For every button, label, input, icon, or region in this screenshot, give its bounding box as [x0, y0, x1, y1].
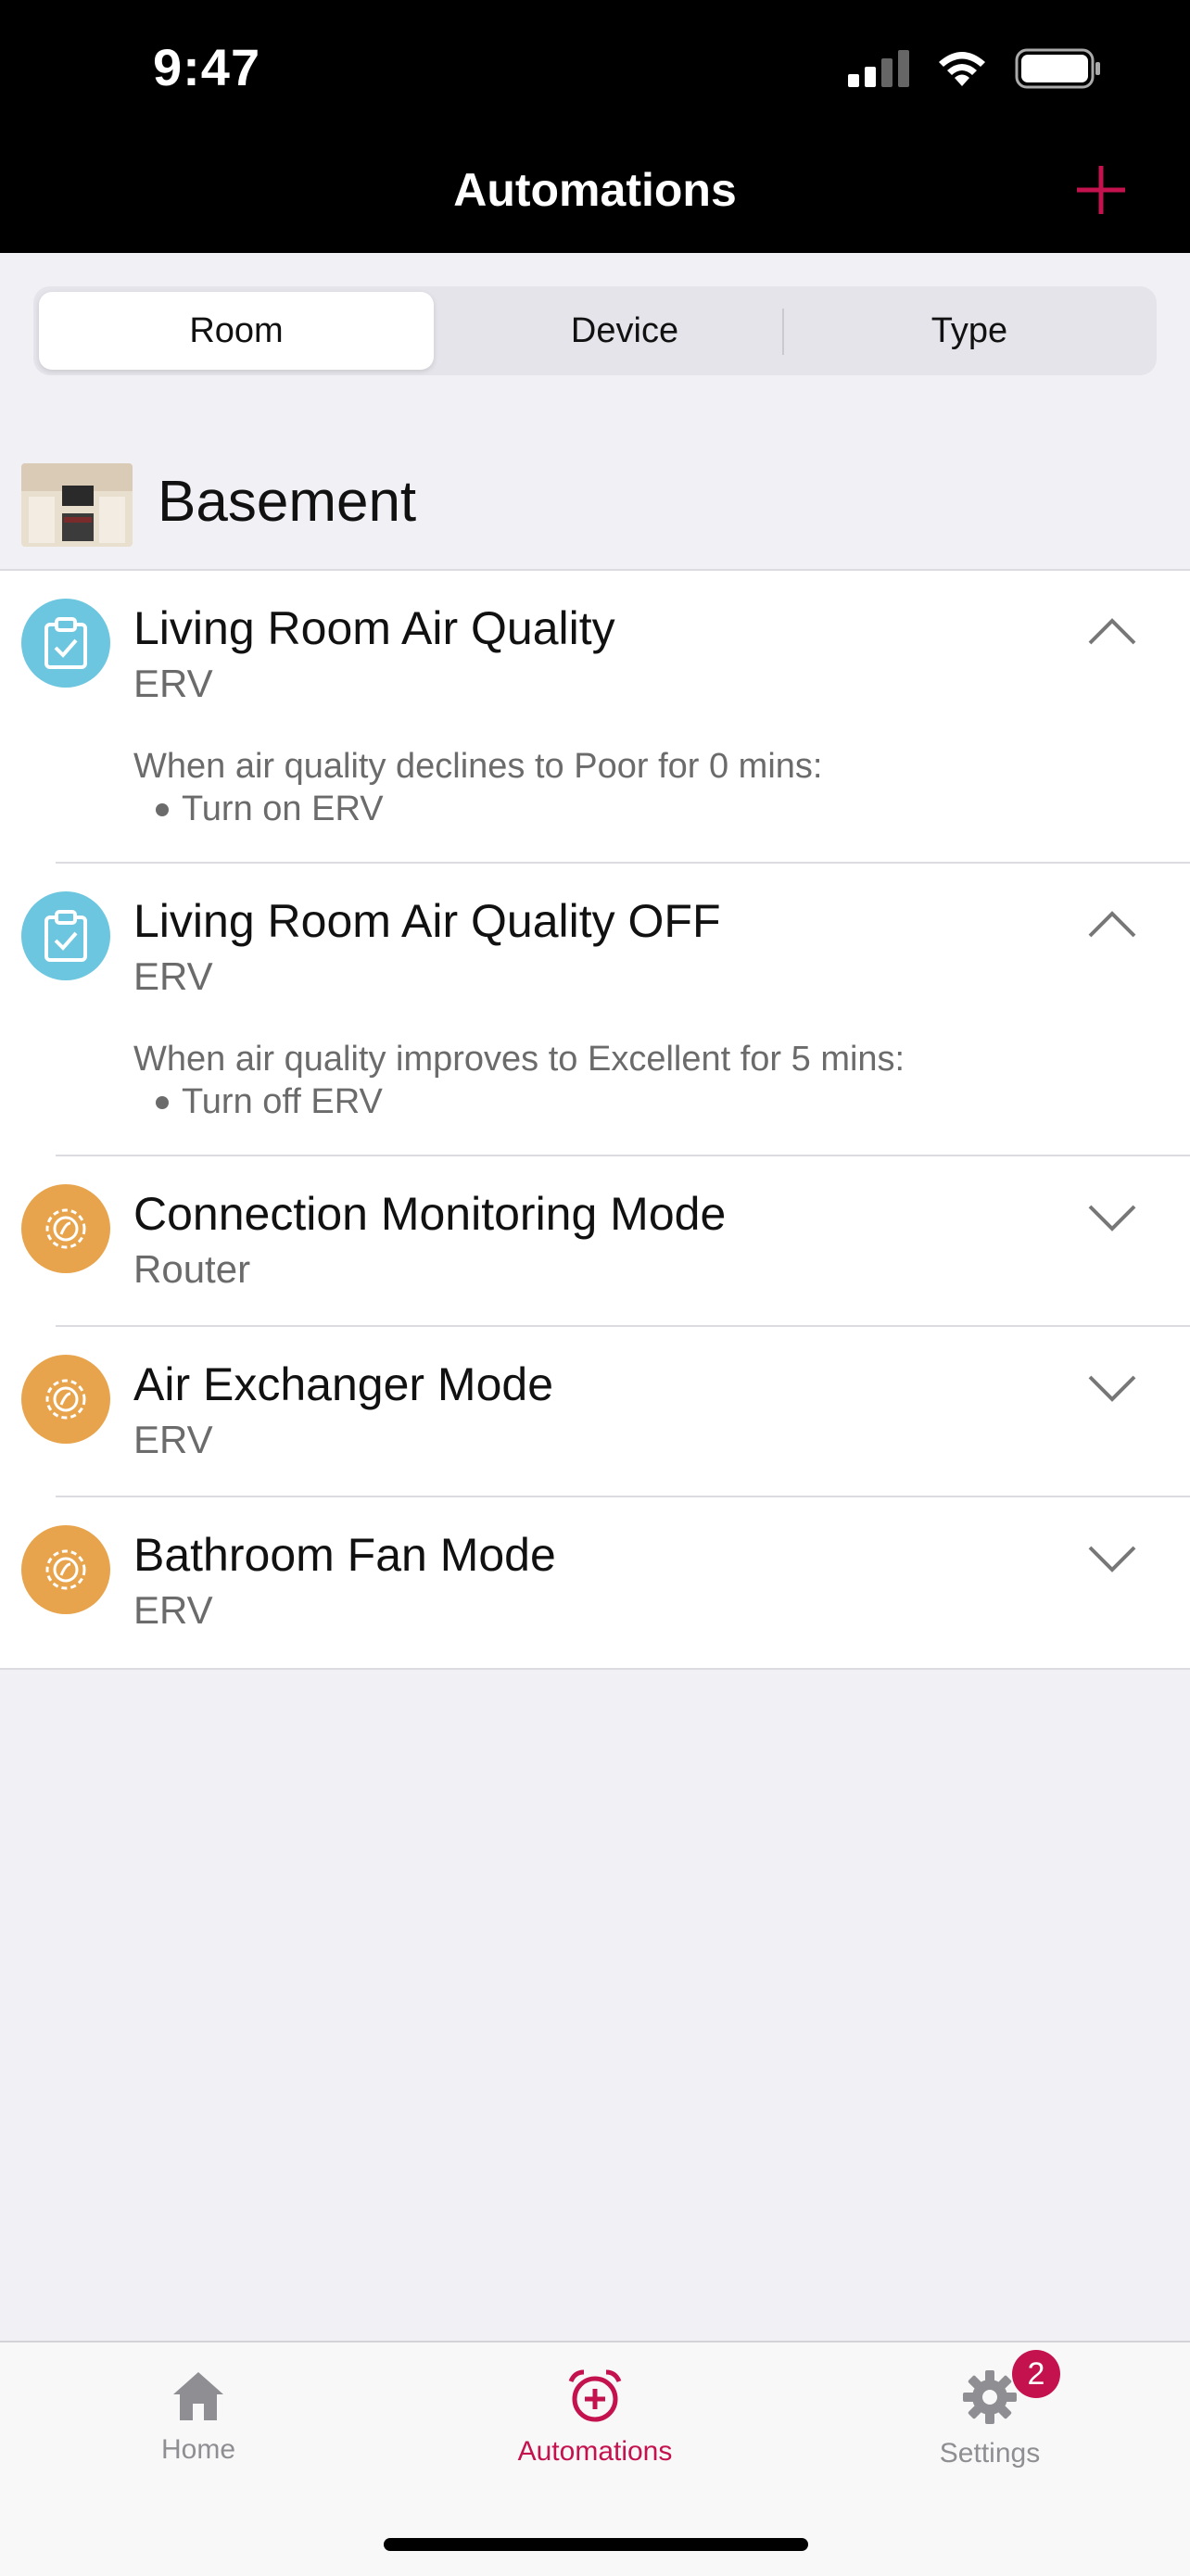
chevron-down-icon[interactable] [1086, 1540, 1138, 1577]
automation-row[interactable]: Living Room Air Quality OFF ERV When air… [0, 864, 1190, 1156]
tab-settings[interactable]: Settings [851, 2368, 1129, 2469]
top-bar: 9:47 Automations [0, 0, 1190, 253]
room-thumbnail [21, 463, 133, 547]
automation-row[interactable]: Living Room Air Quality ERV When air qua… [0, 571, 1190, 864]
automation-action-text: Turn off ERV [182, 1082, 383, 1121]
chevron-down-icon[interactable] [1086, 1199, 1138, 1236]
alarm-plus-icon [568, 2369, 622, 2422]
automation-action: Turn on ERV [156, 789, 384, 829]
home-indicator [384, 2538, 808, 2551]
automation-title: Living Room Air Quality [133, 602, 615, 654]
gear-icon [21, 1355, 110, 1444]
chevron-down-icon[interactable] [1086, 1370, 1138, 1407]
automation-row[interactable]: Air Exchanger Mode ERV [0, 1327, 1190, 1497]
group-by-segmented-control: Room Device Type [33, 286, 1157, 375]
gear-icon [963, 2370, 1017, 2424]
automation-device: Router [133, 1247, 251, 1291]
page-title: Automations [453, 164, 737, 216]
automation-device: ERV [133, 662, 213, 705]
automation-title: Connection Monitoring Mode [133, 1188, 727, 1240]
battery-icon [1015, 48, 1100, 89]
automation-title: Bathroom Fan Mode [133, 1529, 556, 1581]
gear-icon [21, 1525, 110, 1614]
segment-divider [782, 309, 784, 355]
status-time: 9:47 [153, 38, 261, 96]
automation-row[interactable]: Bathroom Fan Mode ERV [0, 1497, 1190, 1668]
chevron-up-icon[interactable] [1086, 906, 1138, 943]
home-icon [173, 2372, 223, 2420]
bullet-dot [156, 1095, 169, 1109]
tab-automations-label: Automations [517, 2436, 673, 2467]
status-icons [848, 48, 1102, 89]
tab-home[interactable]: Home [59, 2368, 337, 2466]
automation-action: Turn off ERV [156, 1082, 383, 1122]
automation-action-text: Turn on ERV [182, 789, 384, 828]
segment-device[interactable]: Device [437, 292, 812, 370]
add-automation-button[interactable] [1073, 162, 1129, 218]
automation-device: ERV [133, 1418, 213, 1461]
automation-condition: When air quality improves to Excellent f… [133, 1040, 905, 1079]
settings-badge: 2 [1012, 2350, 1060, 2398]
wifi-icon [939, 52, 985, 86]
signal-icon [848, 50, 909, 87]
segment-room[interactable]: Room [39, 292, 434, 370]
automation-title: Air Exchanger Mode [133, 1358, 554, 1410]
automation-condition: When air quality declines to Poor for 0 … [133, 747, 823, 786]
automation-row[interactable]: Connection Monitoring Mode Router [0, 1156, 1190, 1327]
clipboard-check-icon [21, 599, 110, 688]
tab-automations[interactable]: Automations [456, 2368, 734, 2468]
automation-title: Living Room Air Quality OFF [133, 895, 721, 947]
tab-home-label: Home [160, 2434, 236, 2465]
segment-type[interactable]: Type [786, 292, 1153, 370]
automation-device: ERV [133, 954, 213, 998]
bullet-dot [156, 802, 169, 816]
automation-list: Living Room Air Quality ERV When air qua… [0, 569, 1190, 1670]
tab-settings-label: Settings [939, 2438, 1041, 2469]
chevron-up-icon[interactable] [1086, 613, 1138, 650]
automation-device: ERV [133, 1588, 213, 1632]
room-name: Basement [158, 470, 417, 534]
gear-icon [21, 1184, 110, 1273]
clipboard-check-icon [21, 891, 110, 980]
